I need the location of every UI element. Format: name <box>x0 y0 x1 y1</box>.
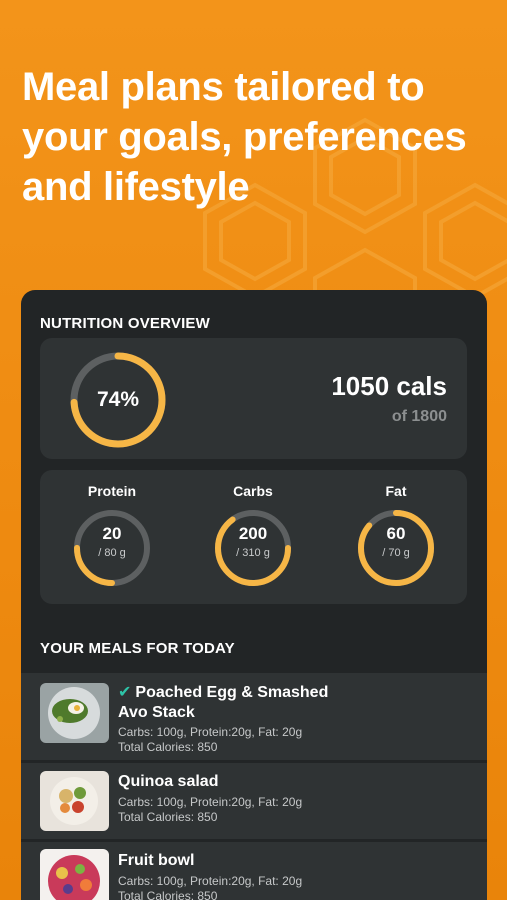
checkmark-icon: ✔ <box>118 684 132 701</box>
headline: Meal plans tailored to your goals, prefe… <box>22 65 467 209</box>
nutrition-overview-title: NUTRITION OVERVIEW <box>40 315 210 332</box>
meal-title: Quinoa salad <box>118 773 219 790</box>
meal-macros: Carbs: 100g, Protein:20g, Fat: 20g <box>118 725 303 739</box>
meal-item[interactable]: Fruit bowl Carbs: 100g, Protein:20g, Fat… <box>21 842 487 900</box>
macro-value: 200 <box>238 524 268 543</box>
macro-carbs: Carbs 200 / 310 g <box>193 470 313 604</box>
nutrition-card: NUTRITION OVERVIEW 74% 1050 cals of 1800… <box>21 290 487 900</box>
meal-calories: Total Calories: 850 <box>118 889 218 900</box>
quinoa-salad-photo <box>40 771 109 831</box>
macro-goal: / 80 g <box>98 547 126 559</box>
macro-fat: Fat 60 / 70 g <box>336 470 456 604</box>
fruit-bowl-photo <box>40 849 109 900</box>
macro-value: 20 <box>102 524 122 543</box>
meal-macros: Carbs: 100g, Protein:20g, Fat: 20g <box>118 874 303 888</box>
calories-consumed: 1050 cals <box>331 371 447 401</box>
meal-title: Fruit bowl <box>118 852 195 869</box>
macro-label: Protein <box>87 483 137 499</box>
meal-item[interactable]: Quinoa salad Carbs: 100g, Protein:20g, F… <box>21 763 487 839</box>
meal-title-line2: Avo Stack <box>118 704 195 721</box>
meal-calories: Total Calories: 850 <box>118 740 218 754</box>
calories-goal: of 1800 <box>391 408 447 425</box>
macro-label: Carbs <box>233 483 273 499</box>
calories-panel: 74% 1050 cals of 1800 <box>40 338 467 459</box>
meal-title-line1: Poached Egg & Smashed <box>135 684 329 701</box>
calories-percent: 74% <box>96 388 140 411</box>
meals-title: YOUR MEALS FOR TODAY <box>40 640 235 657</box>
meal-item[interactable]: ✔ Poached Egg & Smashed Avo Stack Carbs: … <box>21 673 487 760</box>
meal-calories: Total Calories: 850 <box>118 810 218 824</box>
macro-value: 60 <box>386 524 406 543</box>
meal-title: ✔ Poached Egg & Smashed Avo Stack <box>118 683 398 723</box>
macros-panel: Protein 20 / 80 g Carbs 200 / 310 g Fat … <box>40 470 467 604</box>
macro-goal: / 310 g <box>236 547 270 559</box>
macro-label: Fat <box>385 483 407 499</box>
meal-macros: Carbs: 100g, Protein:20g, Fat: 20g <box>118 795 303 809</box>
avocado-toast-photo <box>40 683 109 743</box>
macro-goal: / 70 g <box>382 547 410 559</box>
macro-protein: Protein 20 / 80 g <box>52 470 172 604</box>
